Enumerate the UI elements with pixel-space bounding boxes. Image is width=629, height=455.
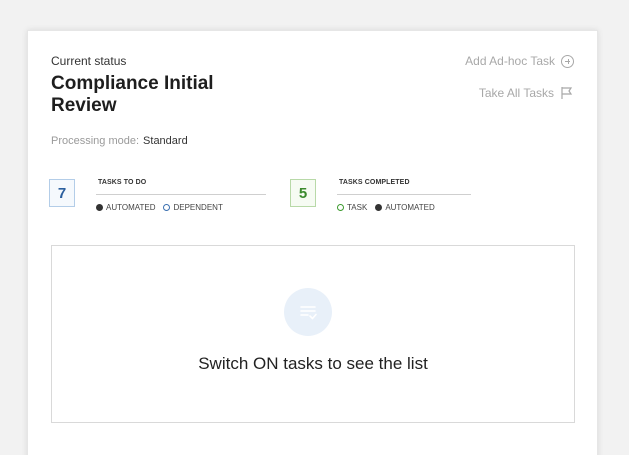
task-list-empty-state: Switch ON tasks to see the list [51, 245, 575, 423]
flag-icon [561, 87, 573, 99]
take-all-tasks-button[interactable]: Take All Tasks [479, 86, 574, 100]
tasks-to-do-stat: 7 TASKS TO DO AUTOMATED DEPENDENT [49, 179, 269, 215]
current-status-label: Current status [51, 54, 127, 68]
hollow-dot-icon [163, 204, 171, 211]
filled-dot-icon [375, 204, 383, 211]
plus-circle-icon [561, 54, 574, 68]
add-adhoc-task-button[interactable]: Add Ad-hoc Task [465, 54, 574, 68]
tasks-to-do-legend: AUTOMATED DEPENDENT [96, 203, 223, 212]
legend-item-automated: AUTOMATED [96, 203, 155, 212]
tasks-to-do-count: 7 [49, 179, 75, 207]
tasks-to-do-title: TASKS TO DO [98, 179, 147, 186]
processing-mode: Processing mode: Standard [51, 135, 188, 147]
take-all-tasks-label: Take All Tasks [478, 86, 554, 100]
tasks-completed-stat: 5 TASKS COMPLETED TASK AUTOMATED [290, 179, 490, 215]
legend-item-automated: AUTOMATED [375, 203, 435, 212]
divider [96, 194, 266, 195]
status-title: Compliance Initial Review [51, 73, 214, 116]
empty-state-message: Switch ON tasks to see the list [198, 354, 428, 373]
hollow-dot-icon [337, 204, 344, 211]
divider [337, 194, 471, 195]
legend-item-dependent: DEPENDENT [163, 203, 223, 212]
filled-dot-icon [96, 204, 103, 211]
tasks-completed-title: TASKS COMPLETED [339, 179, 410, 186]
tasks-completed-count: 5 [290, 179, 316, 207]
tasks-completed-legend: TASK AUTOMATED [337, 203, 435, 212]
status-card: Current status Compliance Initial Review… [27, 30, 598, 455]
legend-item-task: TASK [337, 203, 367, 212]
processing-mode-label: Processing mode: [51, 135, 140, 147]
processing-mode-value: Standard [143, 135, 188, 147]
task-list-icon [284, 288, 332, 336]
add-adhoc-task-label: Add Ad-hoc Task [465, 54, 555, 68]
